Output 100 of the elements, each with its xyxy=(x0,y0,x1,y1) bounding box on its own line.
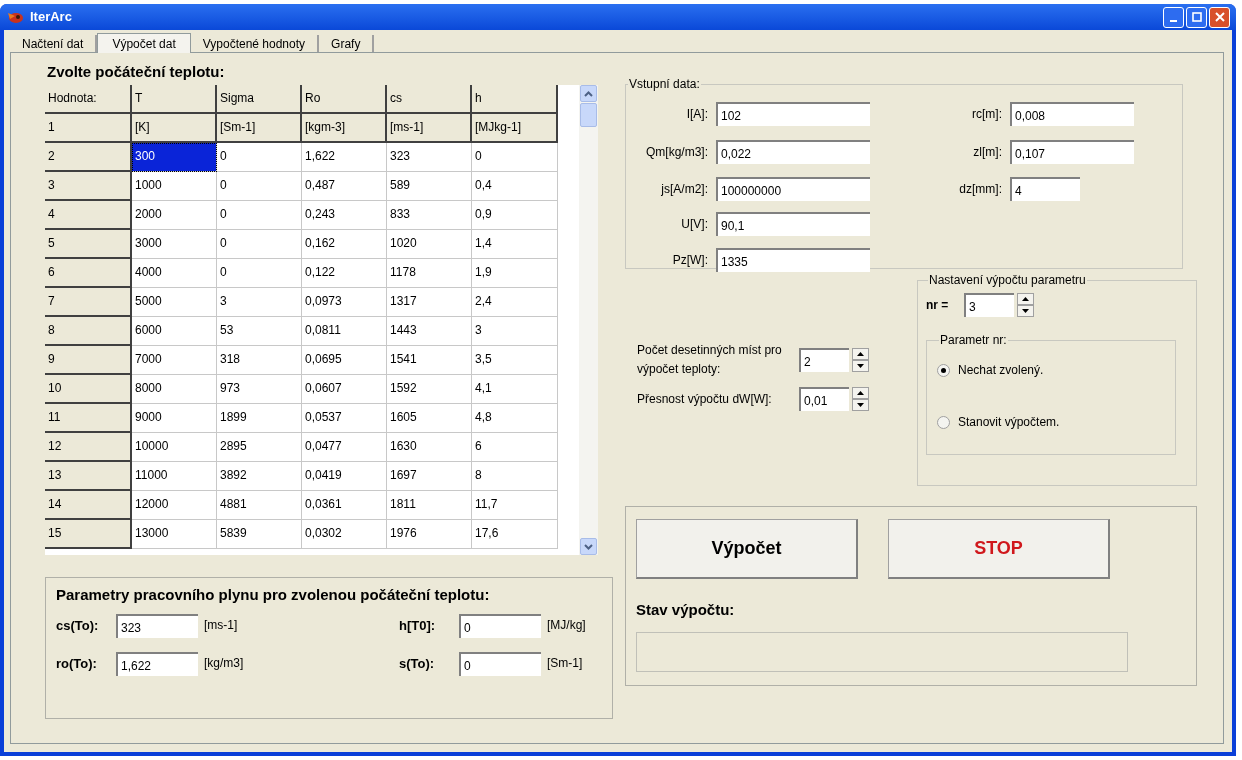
table-cell[interactable]: 0,4 xyxy=(472,172,558,201)
spin-up-button[interactable] xyxy=(1017,293,1034,305)
table-cell[interactable]: 0,0607 xyxy=(302,375,387,404)
row-header-cell[interactable]: 2 xyxy=(45,143,132,172)
table-cell[interactable]: 589 xyxy=(387,172,472,201)
table-cell[interactable]: 3892 xyxy=(217,462,302,491)
row-header-cell[interactable]: 6 xyxy=(45,259,132,288)
table-cell[interactable]: 0,487 xyxy=(302,172,387,201)
table-cell[interactable]: 2,4 xyxy=(472,288,558,317)
table-cell[interactable]: 9000 xyxy=(132,404,217,433)
table-cell[interactable]: 1630 xyxy=(387,433,472,462)
row-header-cell[interactable]: 9 xyxy=(45,346,132,375)
table-cell[interactable]: 323 xyxy=(387,143,472,172)
table-cell[interactable]: 1000 xyxy=(132,172,217,201)
table-cell[interactable]: 1,9 xyxy=(472,259,558,288)
table-cell[interactable]: 4,1 xyxy=(472,375,558,404)
table-cell[interactable]: 0 xyxy=(217,172,302,201)
table-cell[interactable]: 11000 xyxy=(132,462,217,491)
table-cell[interactable]: 0,122 xyxy=(302,259,387,288)
table-cell[interactable]: 2000 xyxy=(132,201,217,230)
table-cell[interactable]: 5000 xyxy=(132,288,217,317)
input-field[interactable]: 100000000 xyxy=(716,177,870,201)
minimize-button[interactable] xyxy=(1163,6,1184,28)
table-cell[interactable]: 1,4 xyxy=(472,230,558,259)
table-cell[interactable]: 973 xyxy=(217,375,302,404)
table-cell[interactable]: 7000 xyxy=(132,346,217,375)
table-cell[interactable]: 1443 xyxy=(387,317,472,346)
table-cell[interactable]: 3000 xyxy=(132,230,217,259)
table-cell[interactable]: 4881 xyxy=(217,491,302,520)
table-cell[interactable]: 2895 xyxy=(217,433,302,462)
table-cell[interactable]: 6000 xyxy=(132,317,217,346)
table-cell[interactable]: 1178 xyxy=(387,259,472,288)
table-cell[interactable]: 17,6 xyxy=(472,520,558,549)
table-cell[interactable]: 10000 xyxy=(132,433,217,462)
input-field[interactable]: 1335 xyxy=(716,248,870,272)
input-field[interactable]: 0,022 xyxy=(716,140,870,164)
scroll-thumb[interactable] xyxy=(580,103,597,127)
spin-field[interactable]: 3 xyxy=(964,293,1014,317)
table-cell[interactable]: 1811 xyxy=(387,491,472,520)
table-cell[interactable]: 0,0361 xyxy=(302,491,387,520)
table-cell[interactable]: 1697 xyxy=(387,462,472,491)
input-field[interactable]: 0 xyxy=(459,652,541,676)
stop-button[interactable]: STOP xyxy=(888,519,1110,579)
table-cell[interactable]: 1541 xyxy=(387,346,472,375)
radio-button[interactable] xyxy=(937,415,950,429)
maximize-button[interactable] xyxy=(1186,6,1207,28)
scroll-up-button[interactable] xyxy=(580,85,597,102)
table-cell[interactable]: 300 xyxy=(132,143,217,172)
table-cell[interactable]: 0 xyxy=(217,201,302,230)
table-cell[interactable]: 3 xyxy=(217,288,302,317)
row-header-cell[interactable]: 4 xyxy=(45,201,132,230)
row-header-cell[interactable]: 8 xyxy=(45,317,132,346)
spin-field[interactable]: 0,01 xyxy=(799,387,849,411)
table-cell[interactable]: 13000 xyxy=(132,520,217,549)
table-cell[interactable]: 1592 xyxy=(387,375,472,404)
table-cell[interactable]: 4000 xyxy=(132,259,217,288)
tab[interactable]: Výpočet dat xyxy=(97,33,191,53)
input-field[interactable]: 4 xyxy=(1010,177,1080,201)
spin-down-button[interactable] xyxy=(852,360,869,372)
scroll-down-button[interactable] xyxy=(580,538,597,555)
table-cell[interactable]: 1,622 xyxy=(302,143,387,172)
table-cell[interactable]: 5839 xyxy=(217,520,302,549)
row-header-cell[interactable]: 14 xyxy=(45,491,132,520)
input-field[interactable]: 90,1 xyxy=(716,212,870,236)
row-header-cell[interactable]: 5 xyxy=(45,230,132,259)
table-cell[interactable]: 0,162 xyxy=(302,230,387,259)
row-header-cell[interactable]: 12 xyxy=(45,433,132,462)
table-cell[interactable]: 0 xyxy=(217,143,302,172)
table-cell[interactable]: 0 xyxy=(217,230,302,259)
table-cell[interactable]: 3,5 xyxy=(472,346,558,375)
calculate-button[interactable]: Výpočet xyxy=(636,519,858,579)
radio-option[interactable]: Nechat zvolený. xyxy=(937,361,1165,379)
spin-up-button[interactable] xyxy=(852,387,869,399)
spin-down-button[interactable] xyxy=(852,399,869,411)
table-cell[interactable]: 3 xyxy=(472,317,558,346)
table-cell[interactable]: 12000 xyxy=(132,491,217,520)
spin-down-button[interactable] xyxy=(1017,305,1034,317)
table-cell[interactable]: 1899 xyxy=(217,404,302,433)
table-cell[interactable]: 0,9 xyxy=(472,201,558,230)
scrollbar[interactable] xyxy=(579,85,598,555)
table-cell[interactable]: 0,0419 xyxy=(302,462,387,491)
table-cell[interactable]: 0 xyxy=(472,143,558,172)
table-cell[interactable]: 0,0811 xyxy=(302,317,387,346)
table-cell[interactable]: 1976 xyxy=(387,520,472,549)
row-header-cell[interactable]: 15 xyxy=(45,520,132,549)
table-cell[interactable]: 1317 xyxy=(387,288,472,317)
table-cell[interactable]: 11,7 xyxy=(472,491,558,520)
close-button[interactable] xyxy=(1209,6,1230,28)
table-cell[interactable]: 8 xyxy=(472,462,558,491)
table-cell[interactable]: 4,8 xyxy=(472,404,558,433)
table-cell[interactable]: 0,0477 xyxy=(302,433,387,462)
table-cell[interactable]: 0,243 xyxy=(302,201,387,230)
row-header-cell[interactable]: 11 xyxy=(45,404,132,433)
radio-button[interactable] xyxy=(937,363,950,377)
table-cell[interactable]: 318 xyxy=(217,346,302,375)
spin-up-button[interactable] xyxy=(852,348,869,360)
input-field[interactable]: 0 xyxy=(459,614,541,638)
table-cell[interactable]: 0,0695 xyxy=(302,346,387,375)
input-field[interactable]: 323 xyxy=(116,614,198,638)
table-cell[interactable]: 53 xyxy=(217,317,302,346)
